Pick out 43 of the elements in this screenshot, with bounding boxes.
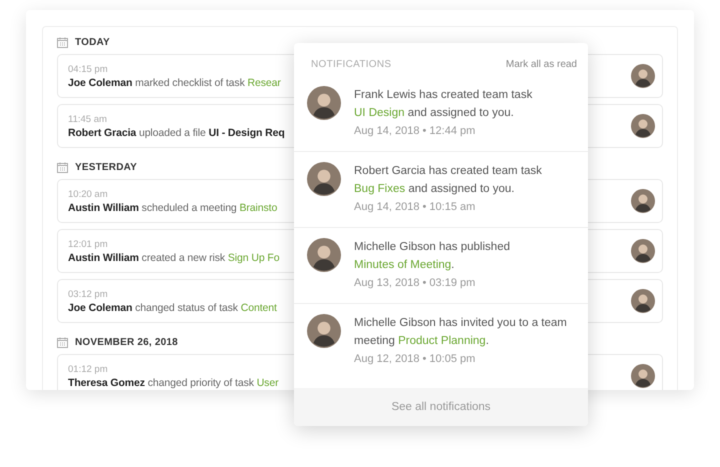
activity-time: 04:15 pm xyxy=(68,62,109,76)
activity-time: 11:45 am xyxy=(68,112,108,126)
notification-text: Michelle Gibson has published Minutes of Meeting. xyxy=(354,240,511,273)
calendar-icon xyxy=(57,36,68,48)
notification-link[interactable]: UI Design xyxy=(354,107,404,119)
activity-text: Theresa Gomez changed priority of task User xyxy=(68,376,278,390)
notification-date: Aug 14, 2018 • 10:15 am xyxy=(354,200,476,215)
activity-text: Joe Coleman changed status of task Content xyxy=(68,300,277,314)
calendar-icon xyxy=(57,162,68,172)
activity-text: Joe Coleman marked checklist of task Resear xyxy=(68,76,281,90)
notification-text: Michelle Gibson has invited you to a team meeting Product Planning. xyxy=(354,316,568,349)
avatar-icon xyxy=(631,239,655,263)
section-heading: TODAY xyxy=(75,36,110,48)
avatar-icon xyxy=(307,86,341,120)
activity-time: 03:12 pm xyxy=(68,288,109,300)
notification-text: Frank Lewis has created team task UI Design and assigned to you. xyxy=(354,88,534,121)
notification-date: Aug 13, 2018 • 03:19 pm xyxy=(354,276,476,291)
notification-date: Aug 14, 2018 • 12:44 pm xyxy=(354,124,476,139)
avatar-icon xyxy=(307,314,341,348)
mark-all-read-link[interactable]: Mark all as read xyxy=(506,59,577,70)
notification-link[interactable]: Product Planning xyxy=(398,335,486,347)
section-heading: NOVEMBER 26, 2018 xyxy=(75,336,178,348)
activity-text: Austin William scheduled a meeting Brainsto xyxy=(68,200,278,214)
calendar-icon xyxy=(57,336,68,348)
activity-time: 01:12 pm xyxy=(68,362,109,376)
avatar-icon xyxy=(631,64,655,88)
activity-text: Austin William created a new risk Sign Up Fo xyxy=(68,250,280,264)
notification-link[interactable]: Bug Fixes xyxy=(354,183,406,195)
section-heading: YESTERDAY xyxy=(75,162,138,172)
avatar-icon xyxy=(307,238,341,272)
avatar-icon xyxy=(307,162,341,196)
activity-time: 12:01 pm xyxy=(68,238,109,250)
avatar-icon xyxy=(631,289,655,313)
activity-time: 10:20 am xyxy=(68,188,109,200)
avatar-icon xyxy=(631,189,655,213)
see-all-notifications-link[interactable]: See all notifications xyxy=(294,388,588,426)
activity-text: Robert Gracia uploaded a file UI - Design Req xyxy=(68,126,285,140)
notification-link[interactable]: Minutes of Meeting xyxy=(354,259,452,271)
avatar-icon xyxy=(631,364,655,388)
panel-title: NOTIFICATIONS xyxy=(311,59,392,70)
notification-text: Robert Garcia has created team task Bug Fixes and assigned to you. xyxy=(354,164,543,197)
notification-date: Aug 12, 2018 • 10:05 pm xyxy=(354,352,476,367)
avatar-icon xyxy=(631,114,655,138)
